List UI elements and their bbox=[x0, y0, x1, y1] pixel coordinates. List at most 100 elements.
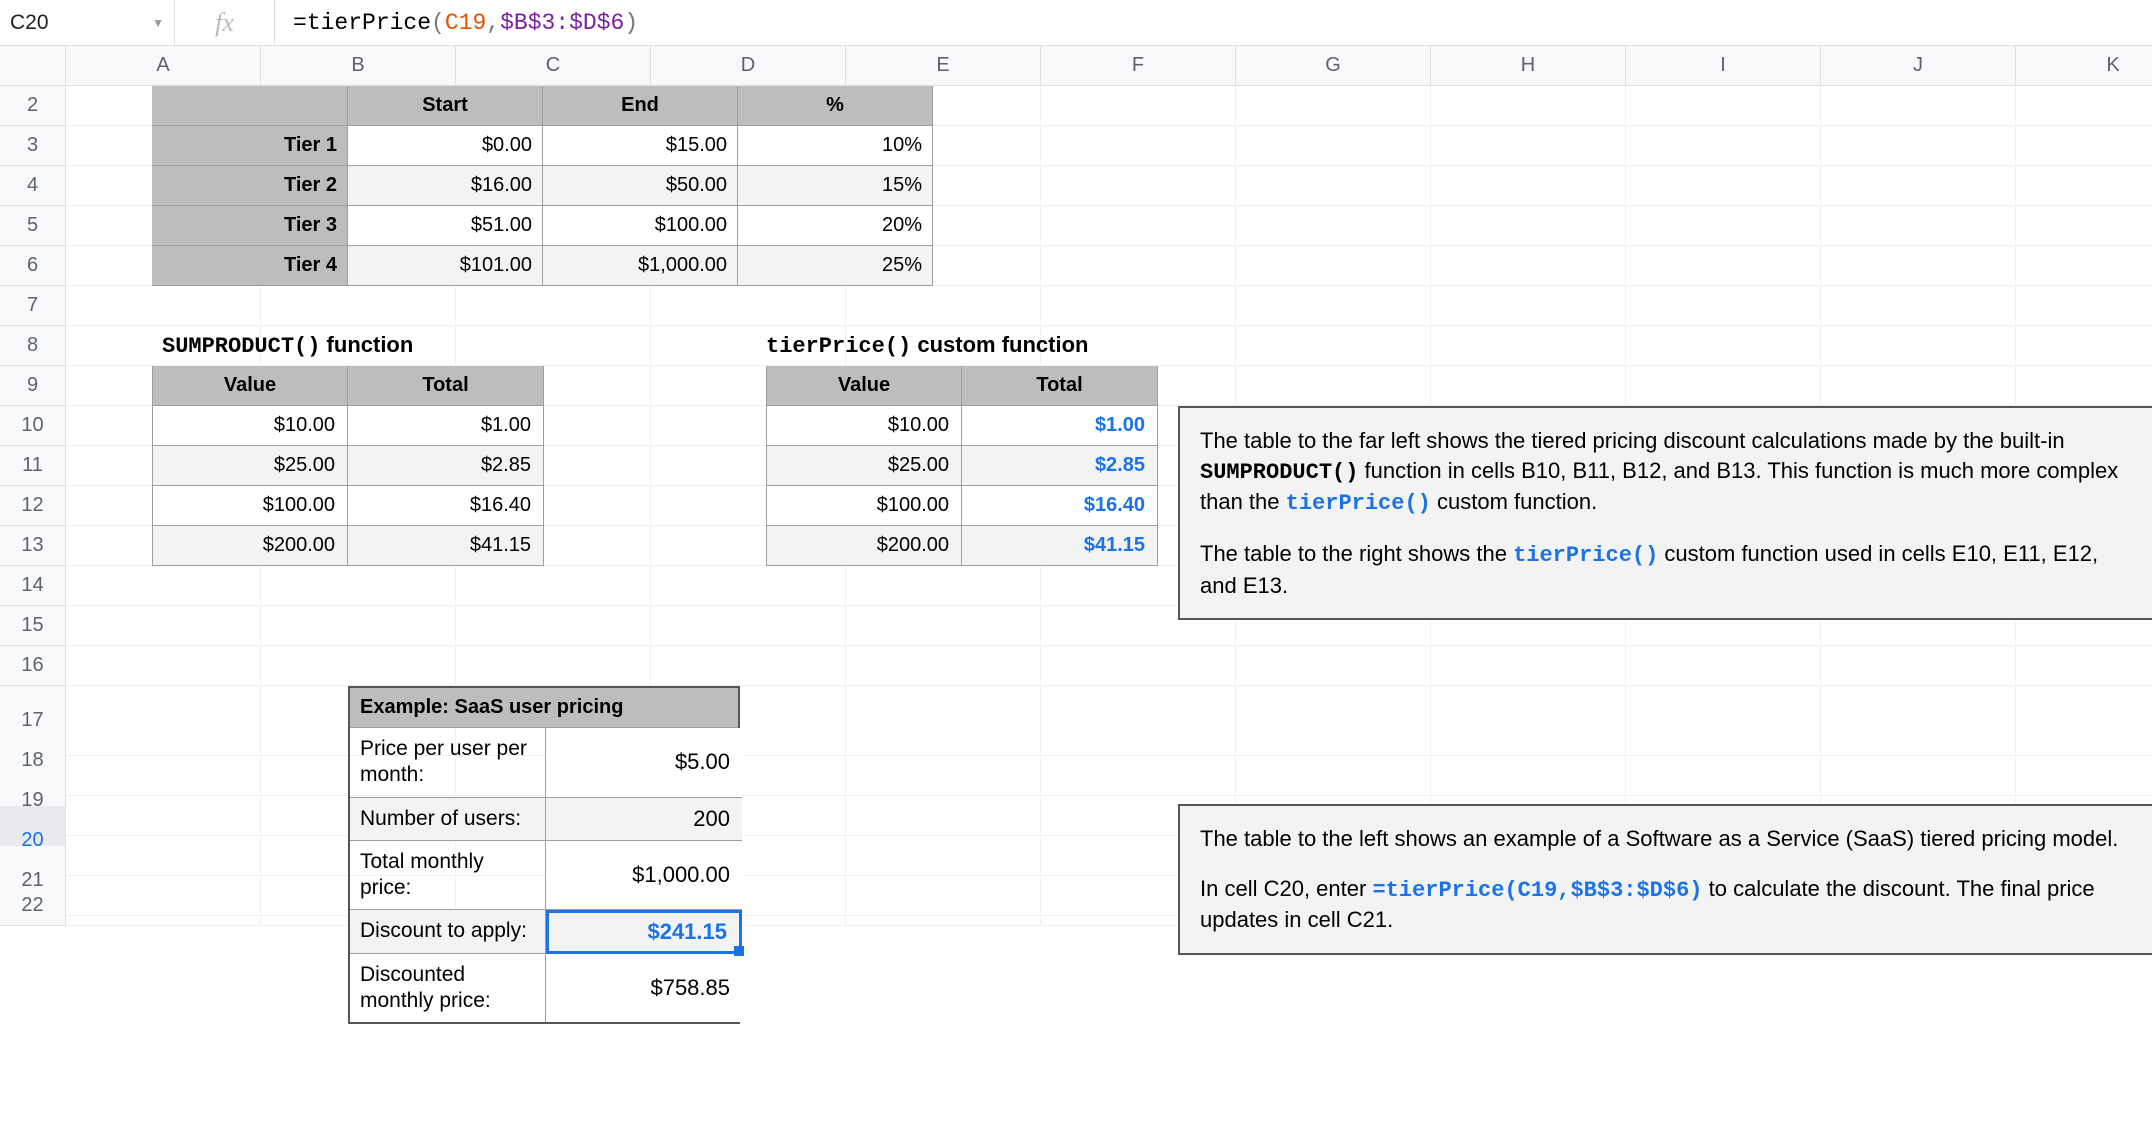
col-header-A[interactable]: A bbox=[66, 46, 261, 86]
tiers-row-label[interactable]: Tier 2 bbox=[152, 166, 348, 206]
cell[interactable]: $5.00 bbox=[546, 728, 742, 798]
tierprice-header-value[interactable]: Value bbox=[766, 366, 962, 406]
tiers-header-end[interactable]: End bbox=[543, 86, 738, 126]
tierprice-fn-rest: custom function bbox=[911, 332, 1088, 357]
cell[interactable]: $1,000.00 bbox=[546, 841, 742, 911]
cell[interactable]: $100.00 bbox=[543, 206, 738, 246]
row-header-5[interactable]: 5 bbox=[0, 206, 66, 246]
cell[interactable]: $10.00 bbox=[152, 406, 348, 446]
cell[interactable]: $100.00 bbox=[766, 486, 962, 526]
row-header-3[interactable]: 3 bbox=[0, 126, 66, 166]
cell[interactable]: $1,000.00 bbox=[543, 246, 738, 286]
cell[interactable]: $2.85 bbox=[348, 446, 544, 486]
cell[interactable]: $16.00 bbox=[348, 166, 543, 206]
col-header-B[interactable]: B bbox=[261, 46, 456, 86]
row-header-14[interactable]: 14 bbox=[0, 566, 66, 606]
cell[interactable]: $758.85 bbox=[546, 954, 742, 1023]
tiers-table: Start End % Tier 1 $0.00 $15.00 10% Tier… bbox=[152, 86, 934, 286]
row-header-6[interactable]: 6 bbox=[0, 246, 66, 286]
select-all-corner[interactable] bbox=[0, 46, 66, 86]
saas-label[interactable]: Total monthly price: bbox=[350, 841, 546, 911]
saas-label[interactable]: Discount to apply: bbox=[350, 910, 546, 953]
cell[interactable]: $51.00 bbox=[348, 206, 543, 246]
cell[interactable]: $1.00 bbox=[962, 406, 1158, 446]
cell[interactable]: $25.00 bbox=[766, 446, 962, 486]
cell[interactable]: $0.00 bbox=[348, 126, 543, 166]
note-code: =tierPrice(C19,$B$3:$D$6) bbox=[1372, 878, 1702, 903]
formula-function-name: tierPrice bbox=[307, 10, 431, 36]
cell[interactable]: $16.40 bbox=[962, 486, 1158, 526]
tiers-row-label[interactable]: Tier 1 bbox=[152, 126, 348, 166]
col-header-D[interactable]: D bbox=[651, 46, 846, 86]
fx-icon: fx bbox=[175, 0, 275, 45]
col-header-F[interactable]: F bbox=[1041, 46, 1236, 86]
formula-comma: , bbox=[486, 10, 500, 36]
cell[interactable]: 15% bbox=[738, 166, 933, 206]
formula-input[interactable]: =tierPrice(C19,$B$3:$D$6) bbox=[275, 0, 2152, 45]
note-box-2: The table to the left shows an example o… bbox=[1178, 804, 2152, 955]
tiers-header-pct[interactable]: % bbox=[738, 86, 933, 126]
cell[interactable]: 200 bbox=[546, 798, 742, 841]
sumproduct-table: Value Total $10.00$1.00 $25.00$2.85 $100… bbox=[152, 366, 544, 566]
saas-title[interactable]: Example: SaaS user pricing bbox=[350, 688, 738, 728]
name-box[interactable]: C20 ▼ bbox=[0, 0, 175, 45]
cell[interactable]: 25% bbox=[738, 246, 933, 286]
cell[interactable]: $10.00 bbox=[766, 406, 962, 446]
name-box-dropdown-icon[interactable]: ▼ bbox=[152, 16, 164, 30]
note-box-1: The table to the far left shows the tier… bbox=[1178, 406, 2152, 620]
col-header-H[interactable]: H bbox=[1431, 46, 1626, 86]
row-header-9[interactable]: 9 bbox=[0, 366, 66, 406]
cell[interactable]: $25.00 bbox=[152, 446, 348, 486]
cell[interactable]: $101.00 bbox=[348, 246, 543, 286]
saas-label[interactable]: Discounted monthly price: bbox=[350, 954, 546, 1023]
cell[interactable]: $16.40 bbox=[348, 486, 544, 526]
row-header-8[interactable]: 8 bbox=[0, 326, 66, 366]
col-header-I[interactable]: I bbox=[1626, 46, 1821, 86]
col-header-J[interactable]: J bbox=[1821, 46, 2016, 86]
tiers-row-label[interactable]: Tier 3 bbox=[152, 206, 348, 246]
saas-label[interactable]: Price per user per month: bbox=[350, 728, 546, 798]
tiers-row-label[interactable]: Tier 4 bbox=[152, 246, 348, 286]
cell[interactable]: $200.00 bbox=[766, 526, 962, 566]
cell[interactable]: $2.85 bbox=[962, 446, 1158, 486]
sumproduct-fn-name: SUMPRODUCT() bbox=[162, 334, 320, 359]
note-text: custom function. bbox=[1431, 489, 1597, 514]
cell[interactable]: $15.00 bbox=[543, 126, 738, 166]
row-header-13[interactable]: 13 bbox=[0, 526, 66, 566]
cell[interactable]: $41.15 bbox=[348, 526, 544, 566]
formula-rparen: ) bbox=[624, 10, 638, 36]
cell[interactable]: $50.00 bbox=[543, 166, 738, 206]
sumproduct-header-total[interactable]: Total bbox=[348, 366, 544, 406]
cell[interactable]: 20% bbox=[738, 206, 933, 246]
row-header-15[interactable]: 15 bbox=[0, 606, 66, 646]
col-header-K[interactable]: K bbox=[2016, 46, 2152, 86]
formula-arg2: $B$3:$D$6 bbox=[500, 10, 624, 36]
tierprice-fn-name: tierPrice() bbox=[766, 334, 911, 359]
tiers-header-start[interactable]: Start bbox=[348, 86, 543, 126]
tierprice-header-total[interactable]: Total bbox=[962, 366, 1158, 406]
row-header-10[interactable]: 10 bbox=[0, 406, 66, 446]
row-header-11[interactable]: 11 bbox=[0, 446, 66, 486]
row-header-12[interactable]: 12 bbox=[0, 486, 66, 526]
formula-bar: C20 ▼ fx =tierPrice(C19,$B$3:$D$6) bbox=[0, 0, 2152, 46]
cell[interactable]: 10% bbox=[738, 126, 933, 166]
tierprice-title: tierPrice() custom function bbox=[766, 332, 1088, 359]
spreadsheet-grid[interactable]: A B C D E F G H I J K 2 3 4 5 6 7 8 9 10… bbox=[0, 46, 2152, 1144]
cell[interactable]: $200.00 bbox=[152, 526, 348, 566]
row-header-4[interactable]: 4 bbox=[0, 166, 66, 206]
col-header-E[interactable]: E bbox=[846, 46, 1041, 86]
sumproduct-header-value[interactable]: Value bbox=[152, 366, 348, 406]
cell[interactable]: $1.00 bbox=[348, 406, 544, 446]
cell[interactable]: $100.00 bbox=[152, 486, 348, 526]
formula-equals: = bbox=[293, 10, 307, 36]
col-header-C[interactable]: C bbox=[456, 46, 651, 86]
row-header-22[interactable]: 22 bbox=[0, 886, 66, 926]
saas-label[interactable]: Number of users: bbox=[350, 798, 546, 841]
row-header-2[interactable]: 2 bbox=[0, 86, 66, 126]
cell-reference: C20 bbox=[10, 11, 49, 35]
col-header-G[interactable]: G bbox=[1236, 46, 1431, 86]
cell[interactable]: $41.15 bbox=[962, 526, 1158, 566]
selected-cell[interactable]: $241.15 bbox=[546, 910, 742, 953]
row-header-16[interactable]: 16 bbox=[0, 646, 66, 686]
row-header-7[interactable]: 7 bbox=[0, 286, 66, 326]
